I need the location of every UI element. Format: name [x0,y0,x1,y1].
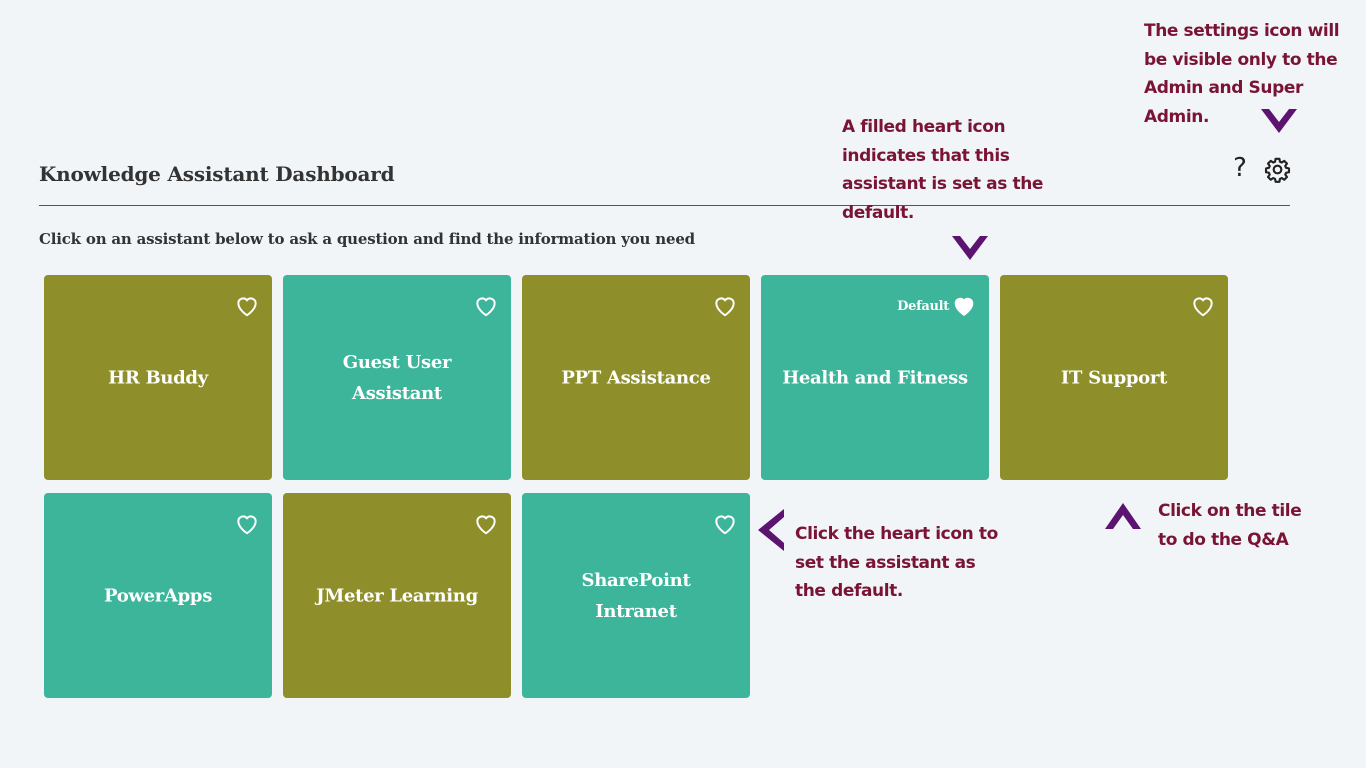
heart-outline-icon[interactable] [234,293,260,319]
heart-filled-icon [954,297,974,316]
arrow-left-icon [758,509,784,551]
assistant-tile-guest-user-assistant[interactable]: Guest User Assistant [283,275,511,480]
tile-label: Health and Fitness [782,367,968,388]
arrow-up-icon [1105,503,1141,529]
heart-outline-icon[interactable] [473,511,499,537]
tile-label: PowerApps [103,585,213,606]
default-label: Default [897,298,949,314]
tile-label: PPT Assistance [561,367,711,388]
default-annotation: A filled heart icon indicates that this … [842,117,1044,223]
assistant-tile-powerapps[interactable]: PowerApps [44,493,272,698]
assistant-tile-jmeter-learning[interactable]: JMeter Learning [283,493,511,698]
tile-annotation: Click on the tile to do the Q&A [1158,501,1302,550]
gear-icon[interactable] [1264,156,1291,183]
page-subtitle: Click on an assistant below to ask a que… [39,230,695,248]
heart-outline-icon[interactable] [712,293,738,319]
arrow-down-icon [1261,109,1297,133]
heart-annotation: Click the heart icon to set the assistan… [795,524,998,601]
heart-outline-icon[interactable] [712,511,738,537]
header-divider [39,205,1290,206]
default-indicator[interactable]: Default [897,293,977,319]
tile-label: IT Support [1060,367,1168,388]
page-title: Knowledge Assistant Dashboard [39,162,395,186]
heart-outline-icon[interactable] [473,293,499,319]
knowledge-assistant-dashboard-page: Knowledge Assistant Dashboard Click on a… [0,0,1366,768]
tile-label: HR Buddy [108,367,208,388]
assistant-tile-health-and-fitness[interactable]: Default Health and Fitness [761,275,989,480]
arrow-down-icon [952,236,988,260]
tile-label: JMeter Learning [316,585,478,606]
assistant-tile-hr-buddy[interactable]: HR Buddy [44,275,272,480]
tile-label: Guest User Assistant [342,351,452,404]
help-icon[interactable]: ? [1229,152,1251,184]
tile-label: SharePoint Intranet [581,569,691,622]
heart-outline-icon[interactable] [234,511,260,537]
assistant-tile-ppt-assistance[interactable]: PPT Assistance [522,275,750,480]
heart-outline-icon[interactable] [1190,293,1216,319]
assistant-tile-sharepoint-intranet[interactable]: SharePoint Intranet [522,493,750,698]
assistant-tile-it-support[interactable]: IT Support [1000,275,1228,480]
settings-annotation: The settings icon will be visible only t… [1144,21,1340,127]
